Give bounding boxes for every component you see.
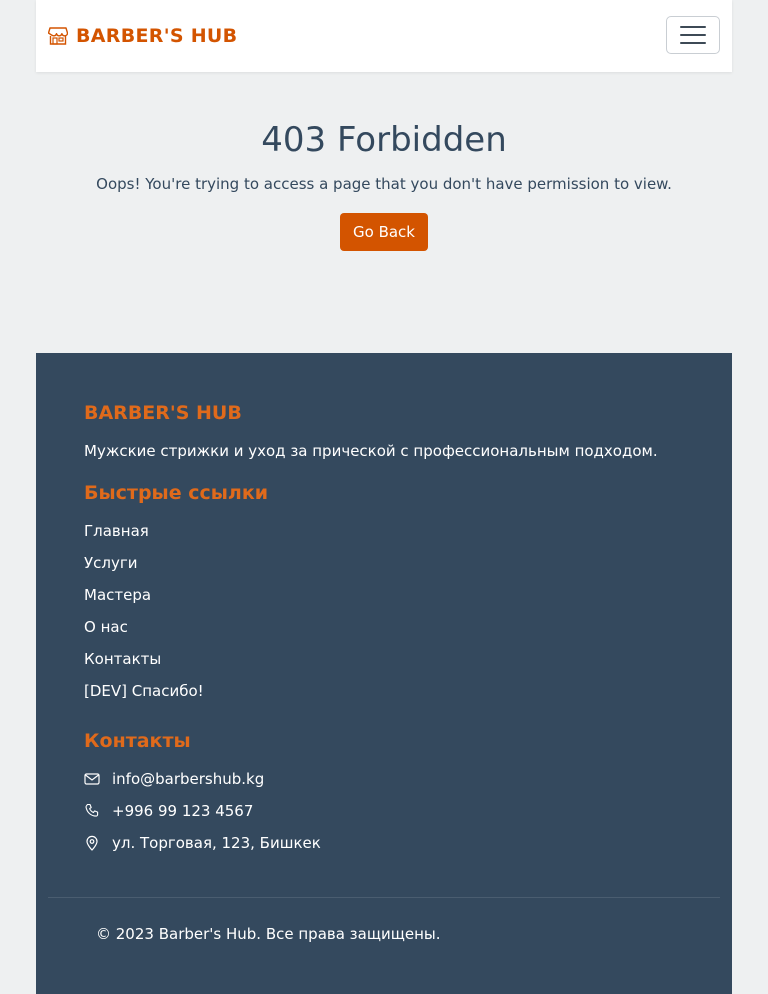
contact-phone: +996 99 123 4567 (84, 799, 704, 831)
footer-divider (48, 897, 720, 898)
shop-icon (48, 27, 68, 45)
list-item: Контакты (84, 647, 704, 679)
list-item: Главная (84, 519, 704, 551)
contact-address-text: ул. Торговая, 123, Бишкек (112, 834, 321, 852)
hamburger-menu-icon (680, 26, 706, 28)
quick-links-list: Главная Услуги Мастера О нас Контакты [D… (84, 519, 704, 711)
footer-link-dev-thanks[interactable]: [DEV] Спасибо! (84, 682, 204, 700)
error-section: 403 Forbidden Oops! You're trying to acc… (0, 112, 768, 251)
contact-address: ул. Торговая, 123, Бишкек (84, 831, 704, 863)
footer-description: Мужские стрижки и уход за прической с пр… (84, 442, 658, 460)
contact-email-text[interactable]: info@barbershub.kg (112, 767, 264, 791)
footer-link-masters[interactable]: Мастера (84, 586, 151, 604)
contacts-list: info@barbershub.kg +996 99 123 4567 ул. … (84, 767, 704, 863)
footer-brand: BARBER'S HUB (84, 402, 242, 424)
contact-phone-text[interactable]: +996 99 123 4567 (112, 799, 253, 823)
phone-icon (84, 799, 112, 823)
brand-name: BARBER'S HUB (76, 25, 238, 47)
contacts-heading: Контакты (84, 730, 191, 752)
list-item: О нас (84, 615, 704, 647)
footer-link-contacts[interactable]: Контакты (84, 650, 161, 668)
navbar: BARBER'S HUB (36, 0, 732, 72)
contact-email: info@barbershub.kg (84, 767, 704, 799)
quick-links-heading: Быстрые ссылки (84, 482, 269, 504)
list-item: Мастера (84, 583, 704, 615)
navbar-toggle-button[interactable] (666, 16, 720, 54)
go-back-button[interactable]: Go Back (340, 213, 428, 251)
footer-link-home[interactable]: Главная (84, 522, 149, 540)
hamburger-menu-icon-line (680, 42, 706, 44)
list-item: [DEV] Спасибо! (84, 679, 704, 711)
envelope-icon (84, 767, 112, 791)
copyright: © 2023 Barber's Hub. Все права защищены. (96, 925, 441, 943)
map-pin-icon (84, 831, 112, 855)
error-message: Oops! You're trying to access a page tha… (96, 175, 672, 193)
footer-content: BARBER'S HUB Мужские стрижки и уход за п… (84, 399, 704, 863)
footer-link-services[interactable]: Услуги (84, 554, 137, 572)
list-item: Услуги (84, 551, 704, 583)
error-title: 403 Forbidden (261, 120, 507, 160)
footer-link-about[interactable]: О нас (84, 618, 128, 636)
hamburger-menu-icon-line (680, 34, 706, 36)
brand-link[interactable]: BARBER'S HUB (48, 22, 237, 50)
footer: BARBER'S HUB Мужские стрижки и уход за п… (36, 353, 732, 994)
